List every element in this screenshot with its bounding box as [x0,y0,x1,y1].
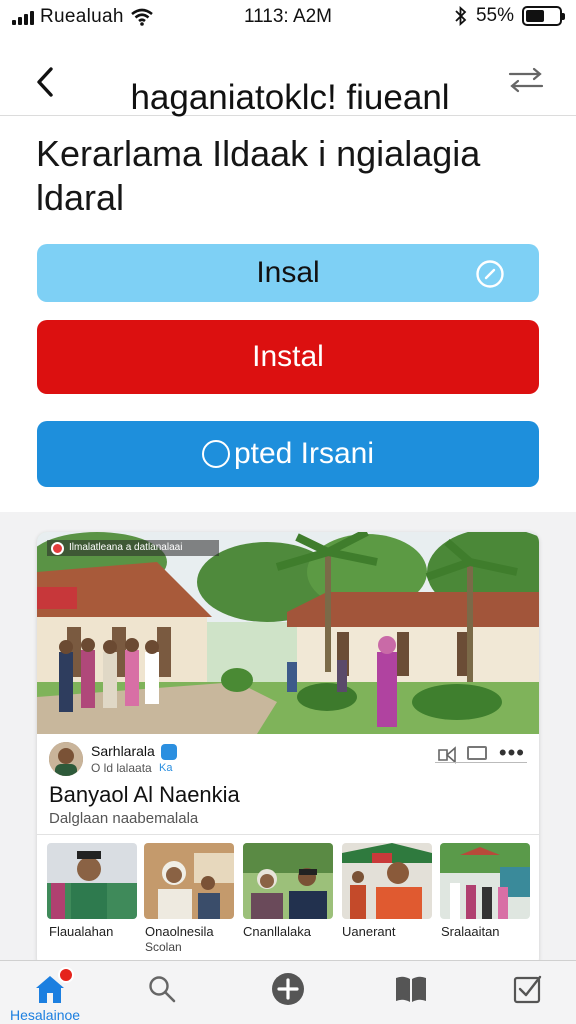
hero-caption: Ilmalatleana a datlanalaai [47,540,219,556]
thumbnail-image[interactable] [47,843,137,919]
author-name[interactable]: Sarhlarala [91,743,155,759]
battery-icon [522,6,565,26]
verified-badge-icon [161,744,177,760]
author-sub-badge: Ka [159,762,173,774]
search-icon [149,976,176,1003]
install-button-label: Insal [256,256,320,289]
update-button[interactable]: pted Irsani [37,421,539,487]
add-icon [272,973,304,1005]
bluetooth-icon [455,6,467,26]
checkbox-icon [513,975,542,1004]
village-photo [37,532,539,734]
thumbnail-sublabel: Scolan [145,940,182,954]
avatar[interactable] [49,742,83,776]
hero-caption-text: Ilmalatleana a datlanalaai [69,542,183,553]
thumbnail-image[interactable] [440,843,530,919]
status-bar: Ruealuah 1113: A2M 55% [0,0,576,36]
notification-badge [58,967,74,983]
update-button-label: pted Irsani [233,437,375,470]
transfer-icon[interactable] [506,66,546,94]
thumbnail-image[interactable] [144,843,234,919]
record-icon [51,542,64,555]
tab-tasks[interactable] [508,971,548,1007]
install-button[interactable]: Instal [37,320,539,394]
author-row: Sarhlarala O ld lalaata Ka ••• [37,734,539,784]
thumbnail-strip [47,843,539,919]
check-circle-icon [476,260,504,288]
caption-icon[interactable] [467,746,487,760]
thumbnail-label[interactable]: Onaolnesila [145,924,214,940]
navigation-bar: haganiatoklc! fiueanl [0,36,576,117]
page-title: haganiatoklc! fiueanl [130,78,450,117]
thumbnail-label[interactable]: Cnanllalaka [243,924,311,940]
at-icon [201,440,230,468]
thumbnail-label[interactable]: Sralaaitan [441,924,500,940]
app-heading: Kerarlama Ildaak i ngialagia ldaral [36,133,481,218]
divider [37,834,539,835]
post-subtitle: Dalglaan naabemalala [49,810,199,827]
post-card[interactable]: Ilmalatleana a datlanalaai Sarhlarala O … [37,532,539,968]
install-button-light[interactable]: Insal [37,244,539,302]
tab-bar: Hesalainoe [0,960,576,1024]
thumbnail-image[interactable] [342,843,432,919]
tab-home-label[interactable]: Hesalainoe [10,1007,80,1023]
more-options-icon[interactable]: ••• [499,740,525,766]
thumbnail-image[interactable] [243,843,333,919]
post-title: Banyaol Al Naenkia [49,782,240,807]
tab-library[interactable] [391,971,431,1007]
app-detail-section: haganiatoklc! fiueanl Kerarlama Ildaak i… [0,36,576,512]
thumbnail-label[interactable]: Uanerant [342,924,395,940]
tab-add[interactable] [268,971,308,1007]
tab-search[interactable] [142,971,182,1007]
battery-percent: 55% [475,5,514,26]
thumbnail-label[interactable]: Flaualahan [49,924,113,940]
author-location: O ld lalaata [91,761,152,775]
book-icon [396,976,426,1002]
thumbnail-labels: Flaualahan Onaolnesila Scolan Cnanllalak… [37,924,539,964]
install-button-label: Instal [252,340,324,373]
chevron-left-icon [37,67,53,97]
back-button[interactable] [28,62,62,102]
